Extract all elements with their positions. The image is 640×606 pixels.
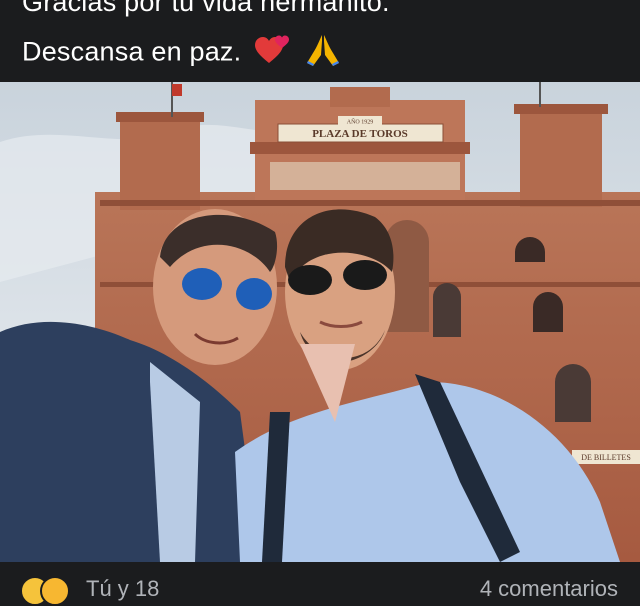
reaction-wow-icon bbox=[40, 576, 70, 606]
post-text: Gracias por tu vida hermanito. Descansa … bbox=[0, 0, 640, 82]
plaque-year: AÑO 1929 bbox=[347, 118, 374, 126]
post-photo[interactable]: PLAZA DE TOROS AÑO 1929 DE BILLETES bbox=[0, 82, 640, 562]
praying-hands-icon bbox=[305, 33, 341, 74]
post-text-line-1: Gracias por tu vida hermanito. bbox=[22, 0, 390, 17]
post-text-line-2-container: Descansa en paz. bbox=[22, 33, 341, 74]
comments-link[interactable]: 4 comentarios bbox=[480, 576, 618, 602]
post-text-line-2: Descansa en paz. bbox=[22, 36, 242, 67]
reaction-icons[interactable] bbox=[20, 576, 80, 606]
reactions-count[interactable]: Tú y 18 bbox=[86, 576, 159, 602]
ticket-sign: DE BILLETES bbox=[581, 453, 631, 462]
reactions-bar: Tú y 18 4 comentarios bbox=[0, 562, 640, 606]
plaque-name: PLAZA DE TOROS bbox=[312, 128, 408, 140]
heart-icon bbox=[255, 35, 291, 72]
